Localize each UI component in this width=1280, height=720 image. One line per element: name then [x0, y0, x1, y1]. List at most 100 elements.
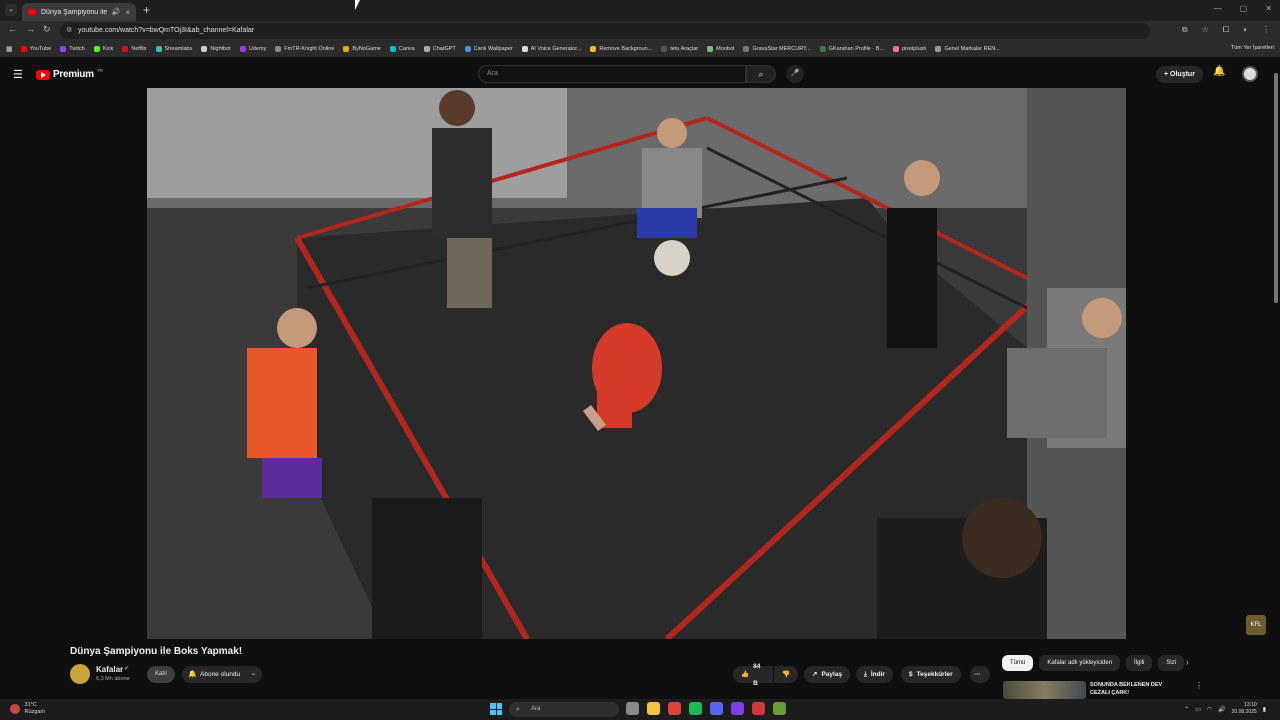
bookmark-item[interactable]: Streamlabs: [155, 46, 192, 52]
subscribed-button[interactable]: 🔔 Abone olundu ⌄: [182, 666, 262, 683]
bookmark-label: GravaStar MERCURY...: [752, 46, 811, 52]
video-frame[interactable]: [147, 88, 1126, 639]
extensions-icon[interactable]: ⧠: [1223, 25, 1229, 35]
search-input[interactable]: Ara: [478, 65, 746, 83]
thanks-button[interactable]: $ Teşekkürler: [901, 666, 961, 683]
recommended-video-title[interactable]: SONUNDA BEKLENEN DEV CEZALI ÇARK!: [1090, 681, 1180, 697]
filter-chip[interactable]: Sizi: [1158, 655, 1185, 671]
youtube-logo[interactable]: Premium TR: [36, 68, 103, 80]
bookmark-label: ChatGPT: [432, 46, 456, 52]
share-button[interactable]: ↗ Paylaş: [804, 666, 851, 683]
recommended-more-icon[interactable]: ⋮: [1195, 681, 1203, 690]
download-button[interactable]: ⤓ İndir: [856, 666, 893, 683]
bookmark-item[interactable]: Canlı Wallpaper: [464, 46, 513, 52]
network-icon[interactable]: ▭: [1195, 706, 1201, 713]
bookmark-item[interactable]: GravaStar MERCURY...: [743, 46, 811, 52]
browser-tab-active[interactable]: Dünya Şampiyonu ile Boks 🔊 ×: [22, 3, 136, 21]
discord-icon[interactable]: [710, 702, 723, 715]
like-button[interactable]: 👍 84 B: [733, 663, 773, 687]
windows-start-icon[interactable]: [490, 703, 502, 715]
dumbbell-rack: [372, 498, 482, 639]
bookmark-favicon-icon: [893, 46, 899, 52]
guide-menu-icon[interactable]: ☰: [13, 68, 23, 81]
notification-center-icon[interactable]: ▮: [1263, 706, 1266, 713]
bookmark-star-icon[interactable]: ☆: [1202, 25, 1209, 35]
chevron-right-icon[interactable]: ›: [1186, 658, 1189, 667]
account-avatar[interactable]: [1242, 66, 1258, 82]
bookmark-item[interactable]: tetu Araçlar: [661, 46, 698, 52]
maximize-icon[interactable]: ▢: [1240, 4, 1248, 13]
verified-icon: ✔: [124, 666, 130, 672]
tab-close-button[interactable]: ×: [125, 8, 130, 17]
join-button[interactable]: Katıl: [147, 666, 175, 683]
bookmark-item[interactable]: Netflix: [122, 46, 147, 52]
page-scrollbar[interactable]: [1273, 63, 1279, 703]
search-icon: ⌕: [516, 706, 520, 713]
folder-icon[interactable]: [647, 702, 660, 715]
new-tab-button[interactable]: +: [143, 3, 150, 17]
bookmark-item[interactable]: Genel Markalar REN...: [935, 46, 1000, 52]
channel-name[interactable]: Kafalar: [96, 665, 123, 674]
bookmark-item[interactable]: Twitch: [60, 46, 85, 52]
bookmark-favicon-icon: [464, 46, 471, 52]
bookmark-item[interactable]: FmTR-Knight Online: [275, 46, 334, 52]
youtube-favicon-icon: [28, 9, 36, 15]
reload-icon[interactable]: ↻: [43, 24, 51, 35]
video-player[interactable]: [147, 88, 1126, 639]
bookmark-favicon-icon: [935, 46, 942, 52]
tray-overflow-icon[interactable]: ⌃: [1184, 706, 1189, 713]
weather-widget[interactable]: 31°C Rüzgarlı: [10, 702, 45, 716]
close-window-icon[interactable]: ✕: [1265, 4, 1272, 13]
youtube-play-icon: [36, 69, 50, 80]
apps-icon[interactable]: ▦: [6, 45, 13, 53]
bookmark-item[interactable]: Kick: [93, 46, 113, 52]
notifications-icon[interactable]: 🔔: [1213, 66, 1225, 77]
forward-icon[interactable]: →: [26, 24, 35, 34]
install-app-icon[interactable]: ⧉: [1182, 25, 1188, 35]
volume-icon[interactable]: 🔊: [1218, 706, 1225, 713]
bookmark-item[interactable]: GKarahan Profile - B...: [819, 46, 884, 52]
filter-chip[interactable]: Kafalar adlı yükleyiciden: [1039, 655, 1121, 671]
bookmark-item[interactable]: ChatGPT: [423, 46, 456, 52]
address-bar[interactable]: ⚙ youtube.com/watch?v=bwQmTOj3I&ab_chann…: [60, 23, 1150, 39]
dislike-button[interactable]: 👎: [774, 666, 798, 683]
channel-avatar[interactable]: [70, 664, 90, 684]
more-actions-button[interactable]: ···: [970, 666, 990, 683]
clock[interactable]: 13:10 20.08.2025: [1232, 702, 1257, 716]
bookmark-item[interactable]: Moobot: [707, 46, 734, 52]
bookmark-item[interactable]: pixelplush: [893, 46, 926, 52]
browser-tab-bar: ⌄ Dünya Şampiyonu ile Boks 🔊 × + — ▢ ✕: [0, 0, 1280, 21]
filter-chip[interactable]: Tümü: [1002, 655, 1034, 671]
wifi-icon[interactable]: ◠: [1207, 706, 1212, 713]
recommended-video-thumbnail[interactable]: [1003, 681, 1086, 699]
taskbar-search[interactable]: ⌕ Ara: [509, 702, 619, 717]
menu-icon[interactable]: ⋮: [1262, 25, 1270, 35]
minimize-icon[interactable]: —: [1214, 4, 1222, 13]
filter-chip[interactable]: İlgili: [1126, 655, 1153, 671]
bookmark-item[interactable]: YouTube: [20, 46, 51, 52]
app-icon[interactable]: [731, 702, 744, 715]
subscriber-count: 6,3 Mn abone: [96, 676, 130, 682]
voice-search-icon[interactable]: 🎤: [786, 65, 804, 83]
profile-icon[interactable]: ◐: [1243, 25, 1248, 35]
spotify-icon[interactable]: [689, 702, 702, 715]
all-bookmarks[interactable]: Tüm Yer İşaretleri: [1231, 45, 1274, 51]
game-icon[interactable]: [773, 702, 786, 715]
back-icon[interactable]: ←: [8, 24, 17, 34]
bookmark-item[interactable]: AI Voice Generator...: [521, 46, 581, 52]
bookmark-item[interactable]: Udemy: [239, 46, 266, 52]
site-info-icon[interactable]: ⚙: [66, 23, 72, 39]
file-explorer-icon[interactable]: [626, 702, 639, 715]
obs-icon[interactable]: [752, 702, 765, 715]
scrollbar-thumb[interactable]: [1274, 73, 1278, 303]
search-button[interactable]: ⌕: [746, 65, 776, 83]
tab-search-button[interactable]: ⌄: [5, 4, 17, 16]
bookmark-item[interactable]: Remove Backgroun...: [590, 46, 652, 52]
create-button[interactable]: + Oluştur: [1156, 66, 1203, 83]
bookmark-item[interactable]: Canva: [389, 46, 415, 52]
speaker-icon[interactable]: 🔊: [112, 8, 121, 16]
chrome-icon[interactable]: [668, 702, 681, 715]
bookmark-item[interactable]: ByNoGame: [343, 46, 381, 52]
bookmark-item[interactable]: Nightbot: [201, 46, 231, 52]
channel-watermark[interactable]: KFL: [1246, 615, 1266, 635]
